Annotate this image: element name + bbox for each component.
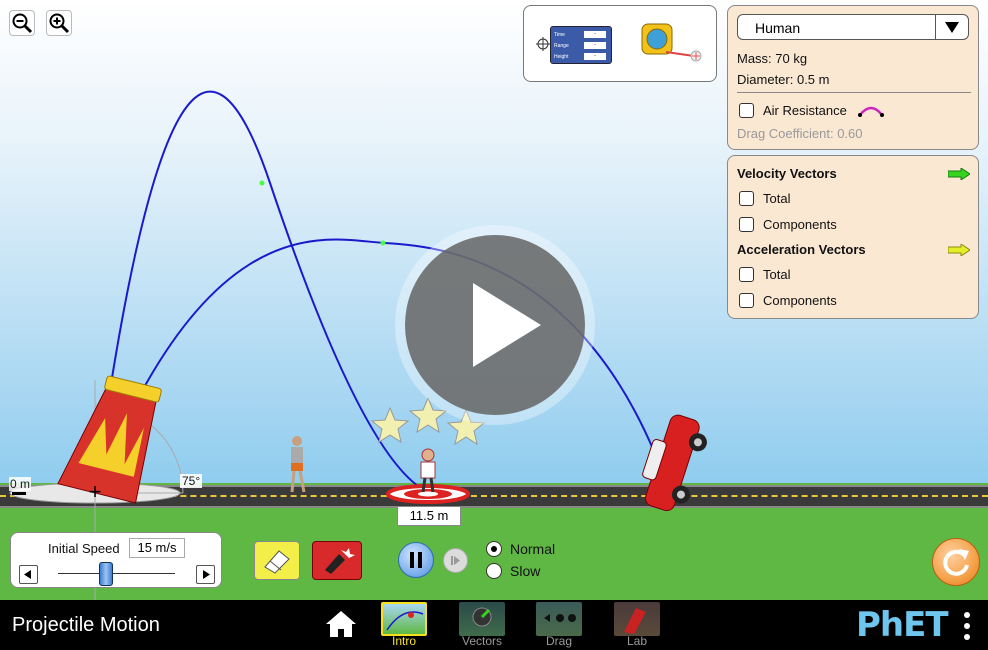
- speed-decrement-button[interactable]: [19, 565, 38, 584]
- projectile-select-value: Human: [755, 20, 801, 36]
- step-forward-button[interactable]: [443, 548, 468, 573]
- app-title: Projectile Motion: [12, 614, 160, 636]
- readout-value-range: -: [584, 42, 606, 49]
- zoom-out-button[interactable]: [9, 10, 35, 36]
- slow-speed-radio[interactable]: [486, 563, 502, 579]
- drag-coefficient-text: Drag Coefficient: 0.60: [737, 126, 863, 141]
- drag-arc-icon: [858, 106, 884, 117]
- velocity-arrow-icon: [948, 168, 970, 180]
- normal-speed-radio[interactable]: [486, 541, 502, 557]
- play-area: + 0 m 75° 11.5 m Time Range Height - - -…: [0, 0, 988, 600]
- height-label[interactable]: 0 m: [9, 477, 32, 491]
- intro-screen-icon: [386, 611, 424, 631]
- brand-text: PhET: [856, 605, 949, 645]
- velocity-total-label: Total: [763, 191, 791, 206]
- speed-increment-button[interactable]: [196, 565, 215, 584]
- initial-speed-value: 15 m/s: [129, 538, 185, 558]
- air-resistance-checkbox[interactable]: [739, 103, 754, 118]
- screen-intro-button[interactable]: [381, 602, 427, 636]
- triangle-left-icon: [24, 570, 31, 579]
- cannon: [57, 375, 162, 504]
- screen-drag-button[interactable]: [536, 602, 582, 636]
- tools-box: Time Range Height - - -: [523, 5, 717, 82]
- initial-speed-panel: Initial Speed 15 m/s: [10, 532, 222, 588]
- bystander-figure: [290, 436, 306, 493]
- acceleration-vectors-title: Acceleration Vectors: [737, 242, 866, 257]
- air-resistance-label: Air Resistance: [763, 103, 847, 118]
- mass-text: Mass: 70 kg: [737, 51, 808, 66]
- acceleration-total-checkbox[interactable]: [739, 267, 754, 282]
- slow-speed-label: Slow: [510, 563, 541, 579]
- more-options-icon[interactable]: [962, 611, 972, 641]
- eraser-icon: [264, 550, 290, 574]
- triangle-right-icon: [203, 570, 210, 579]
- screen-vectors-label: Vectors: [461, 634, 503, 648]
- screen-vectors-button[interactable]: [459, 602, 505, 636]
- screen-intro-label: Intro: [391, 634, 416, 648]
- zoom-in-button[interactable]: [46, 10, 72, 36]
- tape-measure-icon[interactable]: [636, 20, 706, 70]
- readout-value-height: -: [584, 53, 606, 60]
- divider: [737, 92, 971, 93]
- acceleration-components-label: Components: [763, 293, 837, 308]
- projectile-select[interactable]: Human: [737, 14, 969, 40]
- step-forward-icon: [451, 556, 460, 565]
- vectors-panel: Velocity Vectors Total Components Accele…: [727, 155, 979, 319]
- readout-row-range: Range: [554, 43, 569, 49]
- height-handle[interactable]: [12, 492, 26, 495]
- velocity-components-label: Components: [763, 217, 837, 232]
- pause-button[interactable]: [398, 542, 434, 578]
- screen-lab-button[interactable]: [614, 602, 660, 636]
- angle-label: 75°: [180, 474, 203, 488]
- fire-button[interactable]: [312, 541, 362, 580]
- screen-drag-label: Drag: [545, 634, 572, 648]
- speed-slider-thumb[interactable]: [98, 562, 113, 586]
- play-icon: [473, 283, 541, 367]
- target-distance-label[interactable]: 11.5 m: [397, 506, 461, 526]
- vectors-screen-icon: [472, 607, 492, 627]
- initial-speed-label: Initial Speed: [48, 541, 120, 556]
- acceleration-arrow-icon: [948, 244, 970, 256]
- velocity-components-checkbox[interactable]: [739, 217, 754, 232]
- normal-speed-label: Normal: [510, 541, 556, 557]
- pause-icon: [410, 552, 422, 568]
- projectile-panel: Human Mass: 70 kg Diameter: 0.5 m Air Re…: [727, 5, 979, 150]
- zoom-out-icon: [12, 13, 33, 34]
- velocity-total-checkbox[interactable]: [739, 191, 754, 206]
- zoom-in-icon: [49, 13, 70, 34]
- play-overlay-button[interactable]: [395, 225, 595, 425]
- crosshair-icon: [536, 37, 550, 51]
- readout-row-time: Time: [554, 32, 565, 38]
- readout-value-time: -: [584, 31, 606, 38]
- lab-screen-icon: [624, 608, 646, 634]
- cannon-fire-icon: [325, 548, 355, 574]
- readout-row-height: Height: [554, 54, 569, 60]
- svg-text:+: +: [89, 479, 102, 504]
- speed-slider-track[interactable]: [58, 573, 175, 574]
- reset-icon: [943, 549, 969, 576]
- brand-logo: PhET: [856, 605, 949, 645]
- home-icon[interactable]: [325, 610, 357, 638]
- drag-screen-icon: [544, 614, 576, 622]
- car: [642, 414, 707, 512]
- diameter-text: Diameter: 0.5 m: [737, 72, 830, 87]
- screen-lab-label: Lab: [626, 634, 648, 648]
- reset-all-button[interactable]: [932, 538, 980, 586]
- readout-tool[interactable]: Time Range Height - - -: [550, 26, 612, 64]
- eraser-button[interactable]: [254, 541, 300, 580]
- acceleration-components-checkbox[interactable]: [739, 293, 754, 308]
- acceleration-total-label: Total: [763, 267, 791, 282]
- velocity-vectors-title: Velocity Vectors: [737, 166, 837, 181]
- chevron-down-icon: [945, 22, 959, 33]
